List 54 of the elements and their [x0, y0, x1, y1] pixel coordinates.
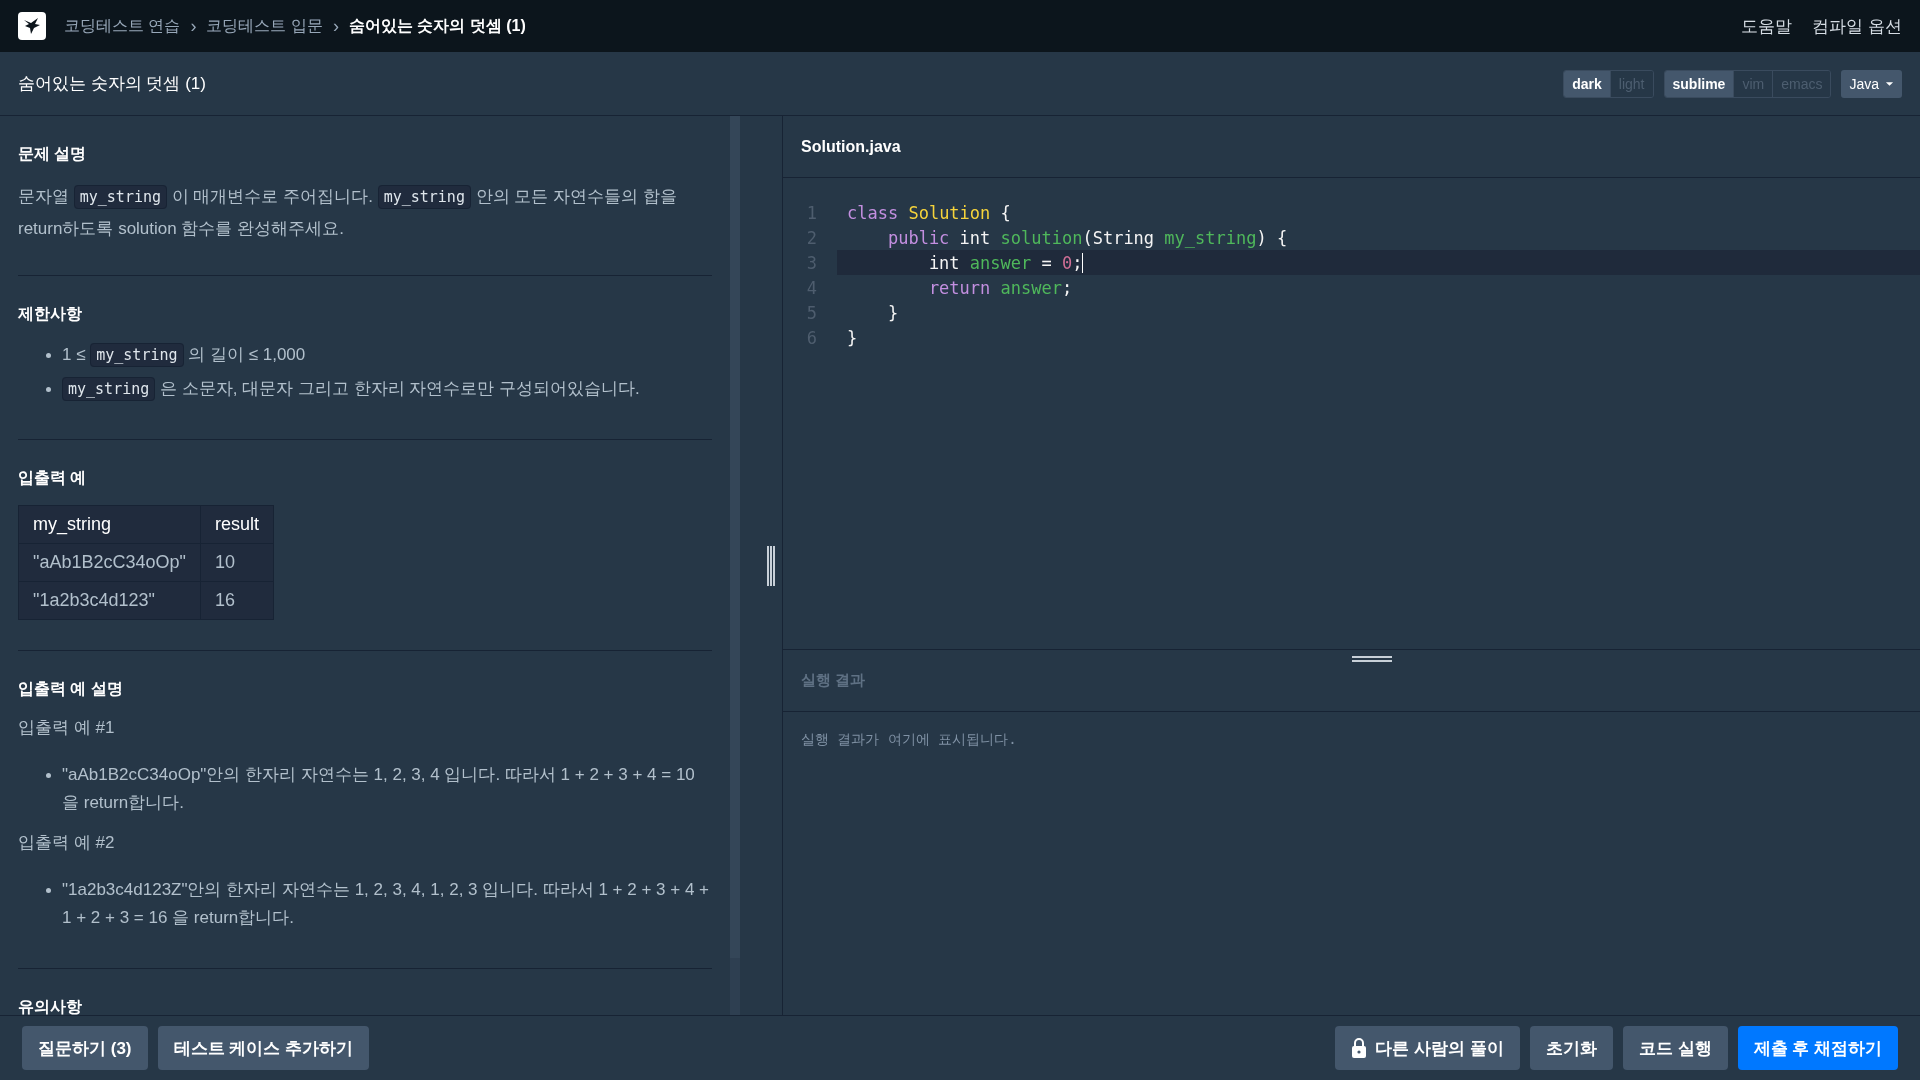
section-heading: 입출력 예 — [18, 468, 88, 488]
code-line: int answer = 0; — [927, 252, 1084, 273]
action-button[interactable]: 초기화 — [1529, 1026, 1613, 1070]
section-heading: 제한사항 — [18, 304, 83, 324]
breadcrumb-separator: › — [190, 15, 197, 37]
breadcrumb-separator: › — [332, 15, 339, 37]
section-heading: 유의사항 — [18, 997, 83, 1015]
section-heading: 입출력 예 설명 — [18, 679, 124, 699]
bird-logo-icon[interactable] — [18, 12, 46, 40]
inline-code: my_string — [90, 343, 184, 367]
nav-link[interactable]: 컴파일 옵션 — [1812, 14, 1902, 38]
scrollbar[interactable] — [730, 116, 740, 958]
result-message: 실행 결과가 여기에 표시됩니다. — [801, 731, 1017, 747]
language-dropdown[interactable]: Java — [1841, 69, 1902, 98]
result-heading: 실행 결과 — [801, 671, 866, 690]
inline-code: my_string — [377, 185, 471, 209]
table-cell: "aAb1B2cC34oOp" — [18, 543, 201, 582]
action-button[interactable]: 제출 후 채점하기 — [1737, 1026, 1898, 1070]
list-item: 1 ≤ my_string 의 길이 ≤ 1,000 — [62, 345, 306, 364]
action-button[interactable]: 다른 사람의 풀이 — [1335, 1026, 1520, 1070]
table-header: result — [200, 505, 274, 544]
code-line: return answer; — [927, 277, 1073, 298]
table-cell: "1a2b3c4d123" — [18, 581, 201, 620]
code-line: class Solution { — [847, 202, 1011, 223]
file-name: Solution.java — [801, 137, 901, 156]
table-header: my_string — [18, 505, 201, 544]
toggle-option[interactable]: dark — [1564, 70, 1611, 97]
example-subheading: 입출력 예 #1 — [18, 717, 116, 739]
caret-icon — [1885, 80, 1894, 87]
paragraph: 문자열 my_string 이 매개변수로 주어집니다. my_string 안의 모든 자연수들의 합을 return하도록 solution 함수를 완성해주세요. — [18, 184, 678, 240]
lock-icon — [1351, 1038, 1368, 1058]
nav-link[interactable]: 도움말 — [1741, 14, 1793, 38]
action-button[interactable]: 코드 실행 — [1622, 1026, 1728, 1070]
section-heading: 문제 설명 — [18, 144, 88, 164]
action-button[interactable]: 질문하기 (3) — [22, 1026, 148, 1070]
breadcrumb-link[interactable]: 코딩테스트 입문 — [206, 15, 323, 37]
example-subheading: 입출력 예 #2 — [18, 832, 116, 854]
breadcrumb-link[interactable]: 코딩테스트 연습 — [64, 15, 181, 37]
breadcrumb-link[interactable]: 숨어있는 숫자의 덧셈 (1) — [348, 15, 526, 37]
toggle-option[interactable]: sublime — [1664, 70, 1735, 97]
resize-grip-icon[interactable] — [1351, 656, 1392, 664]
code-line: } — [847, 327, 858, 348]
code-line: } — [886, 302, 899, 323]
list-item: my_string 은 소문자, 대문자 그리고 한자리 자연수로만 구성되어있습니다. — [62, 379, 640, 398]
resize-grip-icon[interactable] — [766, 545, 776, 586]
code-line: public int solution(String my_string) { — [886, 227, 1288, 248]
list-item: "aAb1B2cC34oOp"안의 한자리 자연수는 1, 2, 3, 4 입니다. 따라서 1 + 2 + 3 + 4 = 10 을 return합니다. — [62, 765, 695, 812]
action-button[interactable]: 테스트 케이스 추가하기 — [157, 1026, 369, 1070]
inline-code: my_string — [73, 185, 167, 209]
table-cell: 10 — [200, 543, 274, 582]
problem-title: 숨어있는 숫자의 덧셈 (1) — [18, 73, 206, 95]
table-cell: 16 — [200, 581, 274, 620]
inline-code: my_string — [62, 377, 156, 401]
list-item: "1a2b3c4d123Z"안의 한자리 자연수는 1, 2, 3, 4, 1, 2, 3 입니다. 따라서 1 + 2 + 3 + 4 + 1 + 2 + 3 = 16 을 return합니다. — [62, 880, 709, 927]
